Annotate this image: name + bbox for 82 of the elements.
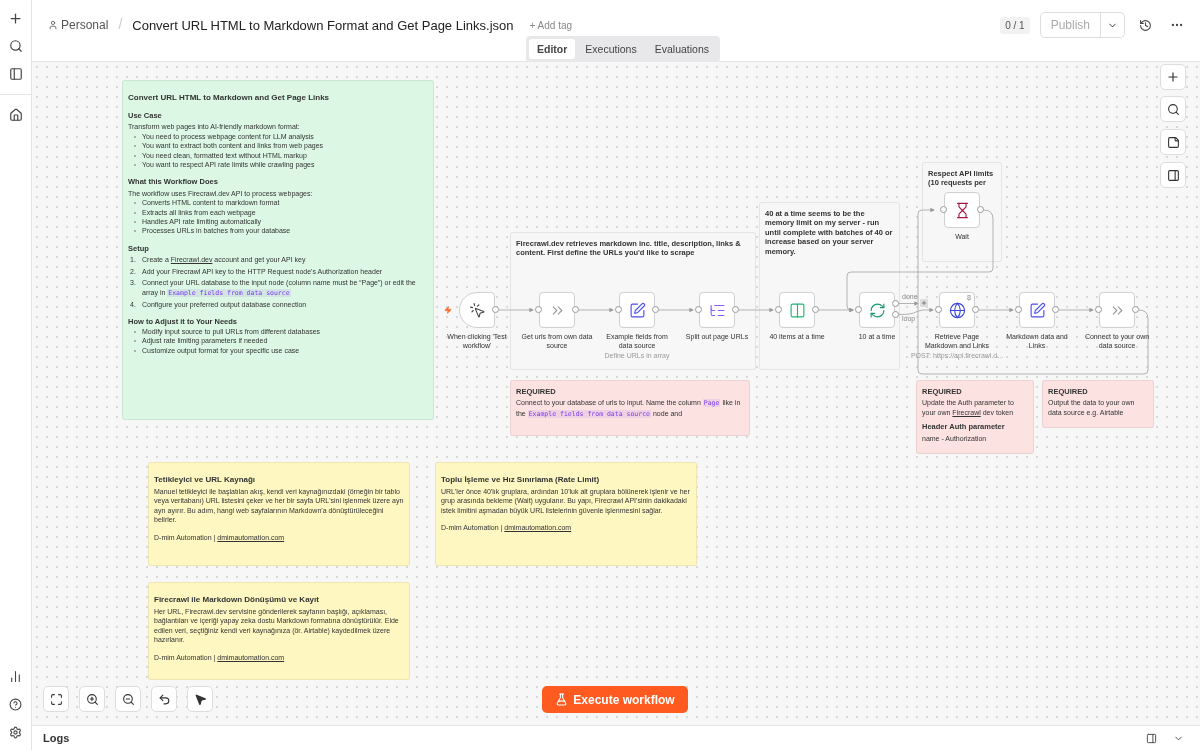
cursor-click-icon (468, 301, 486, 319)
pencil-icon (628, 301, 646, 319)
sticky-note[interactable] (435, 462, 697, 566)
output-handle[interactable] (1132, 306, 1139, 313)
add-icon[interactable] (7, 10, 24, 26)
undo-button[interactable] (151, 686, 177, 712)
output-handle[interactable] (1052, 306, 1059, 313)
view-tab[interactable]: Editor (529, 39, 576, 59)
view-tab[interactable]: Evaluations (646, 39, 717, 59)
fit-view-icon (49, 692, 63, 706)
sticky-note[interactable] (148, 462, 410, 566)
output-handle[interactable] (492, 306, 499, 313)
sidebar-toggle-icon[interactable] (7, 66, 24, 82)
panel-icon (1166, 168, 1180, 182)
panel-icon (1146, 732, 1157, 744)
input-handle[interactable] (695, 306, 702, 313)
workflow-node[interactable] (539, 292, 575, 328)
search-icon (1166, 102, 1180, 116)
fit-view-button[interactable] (43, 686, 69, 712)
note-title: Toplu İşleme ve Hız Sınırlama (Rate Limit) (441, 475, 601, 485)
undo-icon (157, 692, 171, 706)
add-node-button[interactable] (1160, 64, 1186, 90)
workflow-node[interactable] (699, 292, 735, 328)
search-button[interactable] (1160, 96, 1186, 122)
home-icon[interactable] (7, 107, 24, 123)
zoom-in-icon (85, 692, 99, 706)
input-handle[interactable] (535, 306, 542, 313)
add-tag-button[interactable]: + Add tag (523, 19, 579, 32)
pencil-icon (1028, 301, 1046, 319)
zoom-in-button[interactable] (79, 686, 105, 712)
plus-icon (1166, 70, 1180, 84)
breadcrumb-separator: / (118, 16, 123, 32)
workflow-node[interactable] (1019, 292, 1055, 328)
panel-toggle-button[interactable] (1160, 162, 1186, 188)
globe-icon (948, 301, 966, 319)
input-handle[interactable] (1095, 306, 1102, 313)
output-handle[interactable] (572, 306, 579, 313)
output-handle[interactable] (732, 306, 739, 313)
search-icon[interactable] (7, 38, 24, 54)
zoom-out-icon (121, 692, 135, 706)
flask-icon (555, 693, 569, 706)
sticky-note[interactable] (148, 582, 410, 680)
user-icon (48, 20, 58, 30)
loop-icon (868, 301, 886, 319)
output-handle[interactable] (652, 306, 659, 313)
sticky-note[interactable] (122, 80, 434, 420)
output-handle[interactable] (812, 306, 819, 313)
input-handle[interactable] (940, 206, 947, 213)
input-handle[interactable] (775, 306, 782, 313)
input-handle[interactable] (1015, 306, 1022, 313)
note-title: Convert URL HTML to Markdown and Get Page Links (128, 93, 331, 103)
input-handle[interactable] (615, 306, 622, 313)
workflow-title[interactable]: Convert URL HTML to Markdown Format and Get Page Links.json (132, 18, 514, 33)
workflow-node[interactable] (459, 292, 495, 328)
view-tab[interactable]: Executions (577, 39, 645, 59)
active-counter: 0 / 1 (1000, 16, 1030, 34)
output-handle[interactable] (977, 206, 984, 213)
input-handle[interactable] (855, 306, 862, 313)
add-node-button[interactable] (920, 299, 928, 307)
input-handle[interactable] (935, 306, 942, 313)
pointer-icon (193, 692, 207, 706)
workflow-node[interactable] (944, 192, 980, 228)
workflow-node[interactable] (859, 292, 895, 328)
batch-icon (788, 301, 806, 319)
workflow-node[interactable] (1099, 292, 1135, 328)
sticky-note-button[interactable] (1160, 129, 1186, 155)
note-title: Firecrawl ile Markdown Dönüşümü ve Kayıt (154, 595, 320, 605)
plus-icon (921, 300, 927, 306)
sticky-note-icon (1166, 135, 1180, 149)
workflow-node[interactable] (619, 292, 655, 328)
history-icon (1139, 18, 1152, 32)
lightning-icon (444, 306, 452, 314)
project-breadcrumb[interactable]: Personal (48, 18, 109, 32)
pointer-button[interactable] (187, 686, 213, 712)
logs-title: Logs (43, 732, 70, 744)
help-icon[interactable] (7, 696, 24, 712)
output-handle[interactable] (972, 306, 979, 313)
workflow-node[interactable] (779, 292, 815, 328)
note-title: Tetikleyici ve URL Kaynağı (154, 475, 257, 485)
settings-icon[interactable] (7, 724, 24, 740)
workflow-node[interactable] (939, 292, 975, 328)
zoom-out-button[interactable] (115, 686, 141, 712)
